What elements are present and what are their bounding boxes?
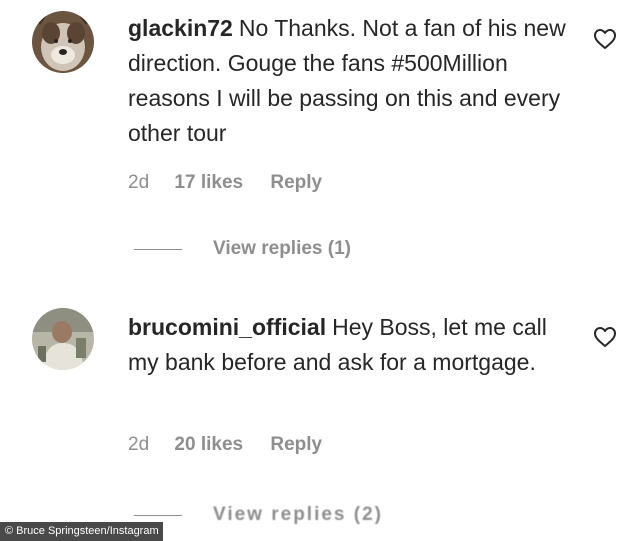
photo-credit: © Bruce Springsteen/Instagram: [0, 522, 163, 541]
heart-outline-icon: [594, 327, 616, 347]
like-button[interactable]: [593, 326, 617, 348]
replies-divider: [134, 514, 182, 516]
comment-item: brucomini_official Hey Boss, let me call …: [0, 0, 634, 541]
comment-time[interactable]: 2d: [128, 434, 149, 456]
comment-likes[interactable]: 20 likes: [174, 434, 243, 456]
comment-username[interactable]: brucomini_official: [128, 314, 326, 340]
avatar[interactable]: [32, 308, 94, 370]
comment-body: brucomini_official Hey Boss, let me call …: [128, 310, 573, 380]
person-avatar-icon: [32, 308, 94, 370]
view-replies-label: View replies (2): [213, 504, 383, 525]
view-replies-button[interactable]: View replies (2): [134, 503, 383, 527]
comment-meta: 2d 20 likes Reply: [128, 434, 322, 456]
reply-button[interactable]: Reply: [270, 434, 322, 456]
